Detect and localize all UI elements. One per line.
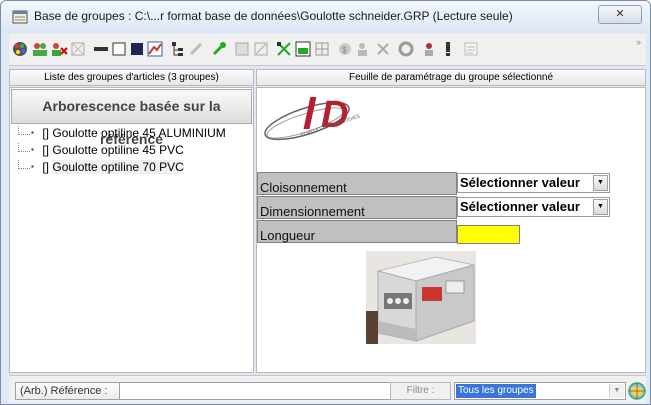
- green-tree-icon[interactable]: [275, 40, 293, 58]
- exclamation-icon[interactable]: [439, 40, 457, 58]
- tool-icon[interactable]: [187, 40, 205, 58]
- reference-label: (Arb.) Référence :: [15, 382, 122, 400]
- param-label-longueur: Longueur: [257, 220, 457, 243]
- reference-input[interactable]: [119, 382, 391, 400]
- grid2-icon[interactable]: [313, 40, 331, 58]
- toolbar: $ »: [9, 34, 646, 66]
- param-label-dimensionnement: Dimensionnement: [257, 196, 457, 219]
- tree-item-prefix: []: [42, 126, 50, 140]
- tree-branch-icon: [18, 160, 30, 169]
- globe-icon[interactable]: [627, 380, 647, 402]
- cloisonnement-select[interactable]: Sélectionner valeur ▼: [457, 173, 610, 193]
- filter-label: Filtre :: [390, 382, 451, 400]
- group-icon[interactable]: [31, 40, 49, 58]
- disabled-export-icon[interactable]: [462, 40, 480, 58]
- dropdown-arrow-icon[interactable]: ▼: [609, 384, 624, 398]
- parameter-sheet-header: Feuille de paramétrage du groupe sélecti…: [256, 69, 646, 86]
- tree-branch-icon: [18, 126, 30, 135]
- tree-item-label: Goulotte optiline 45 ALUMINIUM: [52, 126, 226, 140]
- dimensionnement-select-value: Sélectionner valeur: [460, 199, 580, 214]
- user-icon[interactable]: [420, 40, 438, 58]
- money-icon[interactable]: $: [336, 40, 354, 58]
- tree-icon[interactable]: [169, 40, 187, 58]
- tree-item[interactable]: ▪ [] Goulotte optiline 45 ALUMINIUM: [18, 126, 226, 141]
- tree-item-prefix: []: [42, 143, 50, 157]
- document-icon: ▪: [31, 145, 34, 154]
- delete-icon[interactable]: [374, 40, 392, 58]
- filter-select-value: Tous les groupes: [456, 384, 536, 398]
- disabled-chart-icon[interactable]: [252, 40, 270, 58]
- dimensionnement-select[interactable]: Sélectionner valeur ▼: [457, 197, 610, 217]
- parameter-sheet-panel: D EURO ID TECHNOLOGIES Cloisonnement Sél…: [256, 87, 646, 373]
- group-delete-icon[interactable]: [50, 40, 68, 58]
- document-icon: ▪: [31, 162, 34, 171]
- blue-square-icon[interactable]: [128, 40, 146, 58]
- filter-select[interactable]: Tous les groupes ▼: [454, 382, 626, 400]
- tree-item-label: Goulotte optiline 45 PVC: [52, 143, 184, 157]
- tree-branch-icon: [18, 143, 30, 152]
- longueur-input[interactable]: [457, 225, 520, 244]
- tree-by-reference-button[interactable]: Arborescence basée sur la référence: [11, 89, 252, 147]
- window-icon[interactable]: [110, 40, 128, 58]
- tree-item-label: Goulotte optiline 70 PVC: [52, 160, 184, 174]
- tree-item[interactable]: ▪ [] Goulotte optiline 70 PVC: [18, 160, 184, 175]
- dropdown-arrow-icon[interactable]: ▼: [593, 199, 608, 215]
- company-logo: D EURO ID TECHNOLOGIES: [264, 94, 361, 141]
- window-title: Base de groupes : C:\...r format base de…: [34, 9, 513, 23]
- app-icon: [12, 10, 28, 24]
- green-tool-icon[interactable]: [210, 40, 228, 58]
- param-label-cloisonnement: Cloisonnement: [257, 172, 457, 195]
- tree-item-prefix: []: [42, 160, 50, 174]
- group-list-header: Liste des groupes d'articles (3 groupes): [9, 69, 254, 86]
- document-icon: ▪: [31, 128, 34, 137]
- group-list-panel: Arborescence basée sur la référence ▪ []…: [9, 87, 254, 373]
- disabled-icon[interactable]: [233, 40, 251, 58]
- app-window: Base de groupes : C:\...r format base de…: [0, 0, 651, 405]
- tree-item[interactable]: ▪ [] Goulotte optiline 45 PVC: [18, 143, 184, 158]
- title-bar: Base de groupes : C:\...r format base de…: [1, 1, 650, 33]
- product-image: [366, 251, 476, 344]
- palette-icon[interactable]: [11, 40, 29, 58]
- status-bar: (Arb.) Référence : Filtre : Tous les gro…: [9, 375, 646, 403]
- gear-icon[interactable]: [397, 40, 415, 58]
- grid-icon[interactable]: [69, 40, 87, 58]
- minus-icon[interactable]: [92, 40, 110, 58]
- people-icon[interactable]: [355, 40, 373, 58]
- green-table-icon[interactable]: [294, 40, 312, 58]
- chart-icon[interactable]: [146, 40, 164, 58]
- toolbar-overflow-icon[interactable]: »: [636, 37, 641, 47]
- cloisonnement-select-value: Sélectionner valeur: [460, 175, 580, 190]
- close-button[interactable]: ✕: [598, 5, 642, 24]
- dropdown-arrow-icon[interactable]: ▼: [593, 175, 608, 191]
- svg-text:$: $: [342, 45, 347, 55]
